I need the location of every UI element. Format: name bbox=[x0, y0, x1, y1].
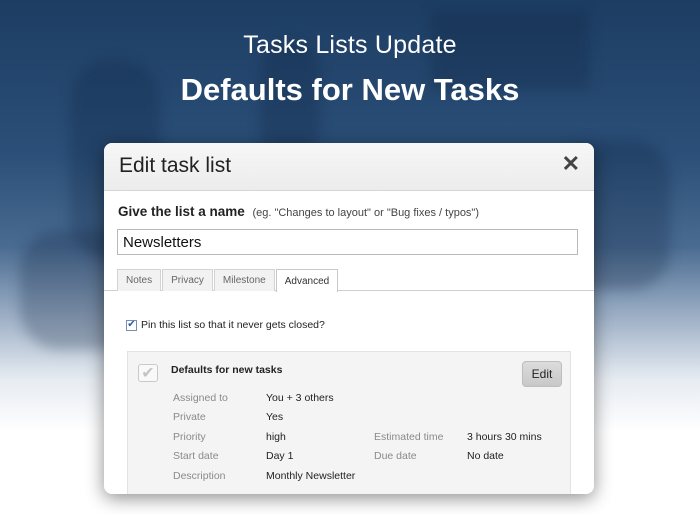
private-label: Private bbox=[173, 411, 206, 423]
dialog-header: Edit task list ✕ bbox=[104, 143, 594, 191]
tab-milestone[interactable]: Milestone bbox=[213, 269, 275, 291]
close-icon[interactable]: ✕ bbox=[562, 153, 580, 175]
edit-task-list-dialog: Edit task list ✕ Give the list a name (e… bbox=[104, 143, 594, 494]
list-name-label-row: Give the list a name (eg. "Changes to la… bbox=[118, 204, 479, 219]
start-date-label: Start date bbox=[173, 450, 219, 462]
priority-value: high bbox=[266, 431, 286, 443]
pin-list-checkbox[interactable]: ✔ bbox=[126, 319, 137, 331]
checkmark-icon: ✔ bbox=[138, 364, 158, 382]
tab-advanced[interactable]: Advanced bbox=[275, 269, 339, 292]
estimated-time-value: 3 hours 30 mins bbox=[467, 431, 542, 443]
due-date-label: Due date bbox=[374, 450, 417, 462]
description-value: Monthly Newsletter bbox=[266, 470, 356, 482]
assigned-value: You + 3 others bbox=[266, 392, 334, 404]
description-label: Description bbox=[173, 470, 226, 482]
defaults-title: Defaults for new tasks bbox=[171, 364, 283, 376]
priority-label: Priority bbox=[173, 431, 206, 443]
tab-privacy[interactable]: Privacy bbox=[162, 269, 213, 291]
defaults-panel: ✔ Defaults for new tasks Edit Assigned t… bbox=[127, 351, 571, 494]
list-name-label: Give the list a name bbox=[118, 204, 245, 219]
tab-bar: Notes Privacy Milestone Advanced bbox=[117, 269, 339, 292]
due-date-value: No date bbox=[467, 450, 504, 462]
edit-defaults-button[interactable]: Edit bbox=[522, 361, 562, 387]
list-name-input[interactable] bbox=[117, 229, 578, 255]
estimated-time-label: Estimated time bbox=[374, 431, 444, 443]
assigned-label: Assigned to bbox=[173, 392, 228, 404]
dialog-title: Edit task list bbox=[119, 154, 232, 177]
pin-list-label: Pin this list so that it never gets clos… bbox=[141, 319, 325, 331]
pin-list-row: ✔ Pin this list so that it never gets cl… bbox=[126, 319, 325, 331]
tab-notes[interactable]: Notes bbox=[117, 269, 162, 291]
private-value: Yes bbox=[266, 411, 284, 423]
hero-subtitle: Tasks Lists Update bbox=[243, 31, 457, 59]
hero-title: Defaults for New Tasks bbox=[180, 72, 520, 107]
start-date-value: Day 1 bbox=[266, 450, 294, 462]
list-name-hint: (eg. "Changes to layout" or "Bug fixes /… bbox=[252, 207, 480, 219]
